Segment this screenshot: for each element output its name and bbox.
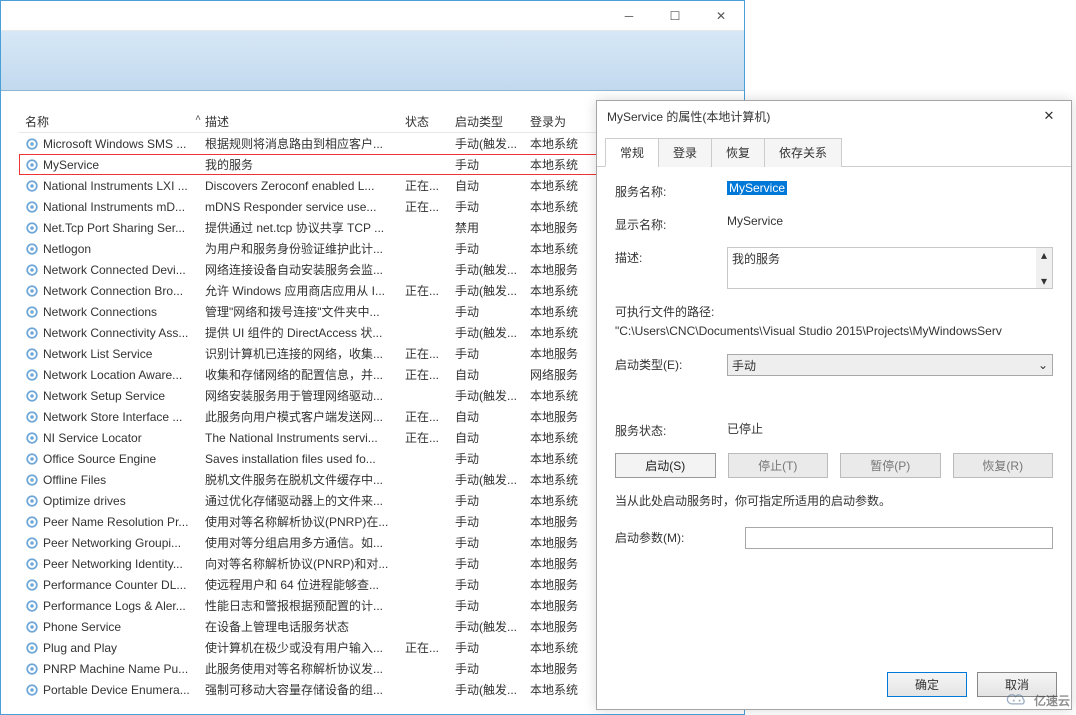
service-icon [25,494,39,508]
value-service-name[interactable]: MyService [727,181,787,195]
label-status: 服务状态: [615,420,727,439]
label-description: 描述: [615,247,727,266]
col-status[interactable]: 状态 [399,113,449,130]
service-icon [25,452,39,466]
description-textarea[interactable]: 我的服务 ▴▾ [727,247,1053,289]
service-icon [25,137,39,151]
value-status: 已停止 [727,420,1053,437]
tab-1[interactable]: 登录 [658,138,712,167]
dialog-title: MyService 的属性(本地计算机) [607,108,770,125]
service-icon [25,410,39,424]
cloud-icon [1004,691,1030,709]
label-start-params: 启动参数(M): [615,527,745,546]
service-icon [25,641,39,655]
service-icon [25,473,39,487]
service-icon [25,515,39,529]
window-titlebar: ─ ☐ ✕ [1,1,744,31]
label-exe-path: 可执行文件的路径: [615,303,1053,320]
service-icon [25,158,39,172]
start-service-button[interactable]: 启动(S) [615,453,716,478]
tabstrip: 常规登录恢复依存关系 [597,131,1071,167]
dialog-close-button[interactable]: ✕ [1029,102,1069,130]
col-desc[interactable]: 描述 [199,113,399,130]
service-icon [25,200,39,214]
label-start-type: 启动类型(E): [615,354,727,373]
label-service-name: 服务名称: [615,181,727,200]
service-icon [25,557,39,571]
resume-service-button: 恢复(R) [953,453,1054,478]
service-icon [25,536,39,550]
col-name[interactable]: 名称 [19,113,199,130]
start-params-input[interactable] [745,527,1053,549]
service-icon [25,179,39,193]
service-icon [25,578,39,592]
service-icon [25,662,39,676]
service-icon [25,389,39,403]
dialog-titlebar: MyService 的属性(本地计算机) ✕ [597,101,1071,131]
pause-service-button: 暂停(P) [840,453,941,478]
start-hint: 当从此处启动服务时，你可指定所适用的启动参数。 [615,492,1053,509]
service-icon [25,599,39,613]
ok-button[interactable]: 确定 [887,672,967,697]
value-display-name: MyService [727,214,1053,228]
service-icon [25,221,39,235]
toolbar-area [1,31,744,91]
start-type-combobox[interactable]: 手动 ⌄ [727,354,1053,376]
watermark: 亿速云 [1004,691,1070,709]
label-display-name: 显示名称: [615,214,727,233]
chevron-down-icon: ⌄ [1038,358,1048,372]
service-icon [25,683,39,697]
stop-service-button: 停止(T) [728,453,829,478]
service-icon [25,347,39,361]
tab-0[interactable]: 常规 [605,138,659,167]
service-icon [25,263,39,277]
scrollbar[interactable]: ▴▾ [1036,248,1052,288]
tab-3[interactable]: 依存关系 [764,138,842,167]
dialog-body: 服务名称: MyService 显示名称: MyService 描述: 我的服务… [597,167,1071,577]
minimize-button[interactable]: ─ [606,1,652,31]
service-icon [25,326,39,340]
close-button[interactable]: ✕ [698,1,744,31]
service-icon [25,242,39,256]
service-icon [25,620,39,634]
value-exe-path: "C:\Users\CNC\Documents\Visual Studio 20… [615,324,1053,338]
service-icon [25,431,39,445]
service-icon [25,284,39,298]
col-logon[interactable]: 登录为 [524,113,604,130]
service-icon [25,305,39,319]
maximize-button[interactable]: ☐ [652,1,698,31]
service-icon [25,368,39,382]
col-start[interactable]: 启动类型 [449,113,524,130]
properties-dialog: MyService 的属性(本地计算机) ✕ 常规登录恢复依存关系 服务名称: … [596,100,1072,710]
tab-2[interactable]: 恢复 [711,138,765,167]
